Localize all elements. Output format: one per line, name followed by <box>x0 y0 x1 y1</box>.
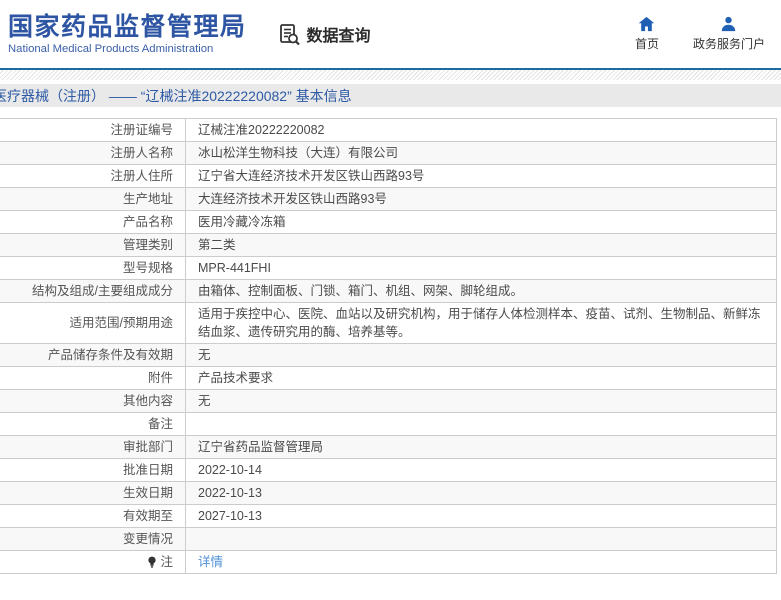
table-row: 注册人名称 冰山松洋生物科技（大连）有限公司 <box>0 142 776 165</box>
row-value: 2022-10-13 <box>198 486 262 500</box>
table-row: 生效日期 2022-10-13 <box>0 482 776 505</box>
row-label: 其他内容 <box>0 390 186 412</box>
table-row: 注册证编号 辽械注准20222220082 <box>0 119 776 142</box>
table-row: 生产地址 大连经济技术开发区铁山西路93号 <box>0 188 776 211</box>
row-value: 2022-10-14 <box>198 463 262 477</box>
row-label: 注册人名称 <box>0 142 186 164</box>
table-row: 产品名称 医用冷藏冷冻箱 <box>0 211 776 234</box>
table-row: 有效期至 2027-10-13 <box>0 505 776 528</box>
row-label: 生产地址 <box>0 188 186 210</box>
row-value: 冰山松洋生物科技（大连）有限公司 <box>198 146 399 160</box>
row-value: 辽宁省大连经济技术开发区铁山西路93号 <box>198 169 425 183</box>
logo-title: 国家药品监督管理局 <box>8 12 247 41</box>
table-row: 批准日期 2022-10-14 <box>0 459 776 482</box>
hatch-texture-band <box>0 70 781 80</box>
row-value: 辽宁省药品监督管理局 <box>198 440 324 454</box>
row-value: 无 <box>198 348 211 362</box>
table-row: 注册人住所 辽宁省大连经济技术开发区铁山西路93号 <box>0 165 776 188</box>
breadcrumb-bar: 医疗器械（注册） —— “辽械注准20222220082” 基本信息 <box>0 84 781 107</box>
nav-gov-portal[interactable]: 政务服务门户 <box>693 16 765 52</box>
row-value: 由箱体、控制面板、门锁、箱门、机组、网架、脚轮组成。 <box>198 284 524 298</box>
table-row: 备注 <box>0 413 776 436</box>
table-row: 管理类别 第二类 <box>0 234 776 257</box>
row-label: 批准日期 <box>0 459 186 481</box>
row-value: 无 <box>198 394 211 408</box>
table-row: 其他内容无 <box>0 390 776 413</box>
table-row: 型号规格 MPR-441FHI <box>0 257 776 280</box>
row-label: 适用范围/预期用途 <box>0 303 186 343</box>
breadcrumb: 医疗器械（注册） —— “辽械注准20222220082” 基本信息 <box>0 87 352 104</box>
row-label: 附件 <box>0 367 186 389</box>
detail-link[interactable]: 详情 <box>198 553 223 571</box>
row-label: 备注 <box>0 413 186 435</box>
nav-home-label: 首页 <box>634 37 659 51</box>
row-value: 2027-10-13 <box>198 509 262 523</box>
row-label: 注册人住所 <box>0 165 186 187</box>
row-value: MPR-441FHI <box>198 261 271 275</box>
table-row: 适用范围/预期用途 适用于疾控中心、医院、血站以及研究机构，用于储存人体检测样本、… <box>0 303 776 344</box>
row-value: 适用于疾控中心、医院、血站以及研究机构，用于储存人体检测样本、疫苗、试剂、生物制… <box>198 307 761 339</box>
row-label: 有效期至 <box>0 505 186 527</box>
row-value: 大连经济技术开发区铁山西路93号 <box>198 192 387 206</box>
user-icon <box>720 16 737 32</box>
table-row: 附件 产品技术要求 <box>0 367 776 390</box>
table-row: 变更情况 <box>0 528 776 551</box>
row-label: 审批部门 <box>0 436 186 458</box>
data-query-link[interactable]: 数据查询 <box>279 22 371 46</box>
table-row: 结构及组成/主要组成成分 由箱体、控制面板、门锁、箱门、机组、网架、脚轮组成。 <box>0 280 776 303</box>
table-row: 产品储存条件及有效期无 <box>0 344 776 367</box>
home-icon <box>638 16 655 32</box>
row-label: 产品名称 <box>0 211 186 233</box>
table-row: 审批部门 辽宁省药品监督管理局 <box>0 436 776 459</box>
row-label: 型号规格 <box>0 257 186 279</box>
row-value: 产品技术要求 <box>198 371 274 385</box>
row-value: 第二类 <box>198 238 236 252</box>
logo-subtitle: National Medical Products Administration <box>8 42 214 55</box>
header-nav: 首页 政务服务门户 <box>635 16 765 52</box>
row-value: 医用冷藏冷冻箱 <box>198 215 286 229</box>
nav-home[interactable]: 首页 <box>635 16 659 52</box>
row-label: 生效日期 <box>0 482 186 504</box>
row-value <box>186 528 776 550</box>
row-label: 管理类别 <box>0 234 186 256</box>
row-value: 详情 <box>186 551 776 573</box>
nmpa-logo: 国家药品监督管理局 National Medical Products Admi… <box>8 13 247 56</box>
row-label: 结构及组成/主要组成成分 <box>0 280 186 302</box>
info-table: 注册证编号 辽械注准20222220082 注册人名称 冰山松洋生物科技（大连）有限公… <box>0 118 777 574</box>
row-label: 注册证编号 <box>0 119 186 141</box>
spacer <box>0 107 781 118</box>
table-row: 注详情 <box>0 551 776 574</box>
row-label: 产品储存条件及有效期 <box>0 344 186 366</box>
nav-gov-portal-label: 政务服务门户 <box>692 37 765 51</box>
bulb-icon <box>147 556 157 569</box>
row-value: 辽械注准20222220082 <box>198 123 325 137</box>
row-label: 变更情况 <box>0 528 186 550</box>
row-value <box>186 413 776 435</box>
document-search-icon <box>279 23 301 46</box>
row-label: 注 <box>0 551 186 573</box>
page-header: 国家药品监督管理局 National Medical Products Admi… <box>0 0 781 68</box>
data-query-label: 数据查询 <box>306 28 371 45</box>
